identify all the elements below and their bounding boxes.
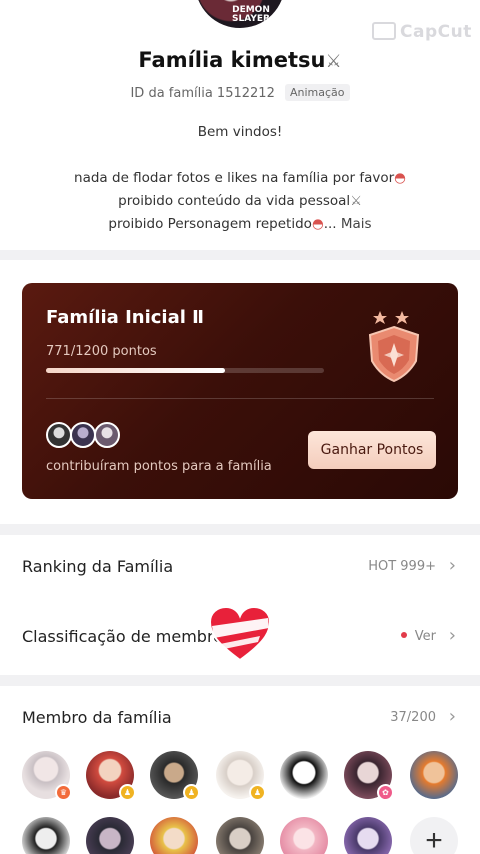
bandaged-heart-icon bbox=[208, 606, 272, 662]
member-avatar[interactable]: ♟ bbox=[216, 751, 266, 801]
member-avatar[interactable] bbox=[410, 751, 458, 799]
chevron-right-icon: › bbox=[448, 625, 456, 646]
classification-value-text: Ver bbox=[414, 629, 436, 644]
member-avatar[interactable] bbox=[86, 817, 134, 854]
rule-line-3: proibido Personagem repetido◓... Mais bbox=[0, 213, 480, 236]
earn-points-button[interactable]: Ganhar Pontos bbox=[308, 431, 436, 469]
member-avatar[interactable]: ♟ bbox=[150, 751, 200, 801]
shield-badge-icon bbox=[368, 311, 420, 383]
level-title: Família Inicial Ⅱ bbox=[46, 307, 205, 328]
admin-badge-icon: ♟ bbox=[183, 784, 200, 801]
family-level-card[interactable]: Família Inicial Ⅱ 771/1200 pontos contri… bbox=[22, 283, 458, 499]
ranking-label: Ranking da Família bbox=[22, 557, 174, 576]
family-id-row: ID da família 1512212 Animação bbox=[0, 84, 480, 101]
category-tag[interactable]: Animação bbox=[284, 84, 350, 101]
member-avatar[interactable] bbox=[280, 751, 328, 799]
family-name-text: Família kimetsu bbox=[138, 48, 326, 72]
family-members-section: Membro da família 37/200 › ♛ ♟ ♟ ♟ ✿ + bbox=[0, 686, 480, 854]
admin-badge-icon: ♟ bbox=[249, 784, 266, 801]
member-avatar[interactable] bbox=[344, 817, 392, 854]
capcut-icon bbox=[372, 22, 396, 40]
contributor-avatar bbox=[94, 422, 120, 448]
rule-line-2: proibido conteúdo da vida pessoal⚔ bbox=[0, 190, 480, 213]
member-avatar[interactable]: ✿ bbox=[344, 751, 394, 801]
crossed-swords-icon: ⚔ bbox=[325, 51, 342, 72]
chevron-right-icon: › bbox=[448, 706, 456, 727]
ranking-value: HOT 999+ bbox=[368, 559, 436, 574]
rule-3-text: proibido Personagem repetido bbox=[108, 216, 312, 232]
fan-icon: ◓ bbox=[394, 170, 406, 186]
members-count: 37/200 bbox=[390, 710, 436, 725]
fan-icon: ◓ bbox=[311, 216, 324, 232]
family-header: DEMON SLAYER CapCut Família kimetsu⚔ ID … bbox=[0, 0, 480, 250]
member-avatar[interactable] bbox=[280, 817, 328, 854]
watermark-text: CapCut bbox=[400, 22, 472, 42]
rule-line-1: nada de flodar fotos e likes na família … bbox=[0, 167, 480, 190]
family-avatar[interactable]: DEMON SLAYER bbox=[193, 0, 287, 30]
card-divider bbox=[46, 398, 434, 399]
family-rows: Ranking da Família HOT 999+ › Classifica… bbox=[0, 535, 480, 675]
family-page: DEMON SLAYER CapCut Família kimetsu⚔ ID … bbox=[0, 0, 480, 854]
family-ranking-row[interactable]: Ranking da Família HOT 999+ › bbox=[0, 535, 480, 605]
family-name: Família kimetsu⚔ bbox=[0, 48, 480, 72]
contributors-text: contribuíram pontos para a família bbox=[46, 459, 272, 474]
level-progress-fill bbox=[46, 368, 225, 373]
member-avatar[interactable] bbox=[150, 817, 198, 854]
notification-dot bbox=[400, 632, 407, 638]
demon-slayer-logo: DEMON SLAYER bbox=[232, 5, 270, 24]
leader-badge-icon: ♛ bbox=[55, 784, 72, 801]
contributor-avatar bbox=[70, 422, 96, 448]
welcome-text: Bem vindos! bbox=[197, 124, 283, 140]
classification-value: Ver bbox=[400, 629, 436, 644]
classification-label: Classificação de membro bbox=[22, 627, 223, 646]
level-progress-bar bbox=[46, 368, 324, 373]
chevron-right-icon: › bbox=[448, 555, 456, 576]
more-link[interactable]: Mais bbox=[341, 216, 372, 232]
crossed-swords-icon: ⚔ bbox=[350, 194, 362, 209]
family-id: ID da família 1512212 bbox=[130, 86, 275, 101]
members-title[interactable]: Membro da família bbox=[22, 708, 172, 727]
member-avatar[interactable] bbox=[216, 817, 264, 854]
add-member-button[interactable]: + bbox=[410, 817, 458, 854]
contributor-avatar bbox=[46, 422, 72, 448]
star-badge-icon: ✿ bbox=[377, 784, 394, 801]
capcut-watermark: CapCut bbox=[372, 22, 472, 42]
level-points: 771/1200 pontos bbox=[46, 344, 157, 359]
rule-1-text: nada de flodar fotos e likes na família … bbox=[74, 170, 395, 186]
member-avatar[interactable]: ♟ bbox=[86, 751, 136, 801]
admin-badge-icon: ♟ bbox=[119, 784, 136, 801]
rule-2-text: proibido conteúdo da vida pessoal bbox=[118, 193, 351, 209]
ellipsis: ... bbox=[323, 216, 337, 232]
contributor-avatars[interactable] bbox=[46, 422, 126, 448]
family-description: Bem vindos! nada de flodar fotos e likes… bbox=[0, 121, 480, 236]
family-level-section: Família Inicial Ⅱ 771/1200 pontos contri… bbox=[0, 260, 480, 524]
member-avatar[interactable] bbox=[22, 817, 70, 854]
member-avatar[interactable]: ♛ bbox=[22, 751, 72, 801]
